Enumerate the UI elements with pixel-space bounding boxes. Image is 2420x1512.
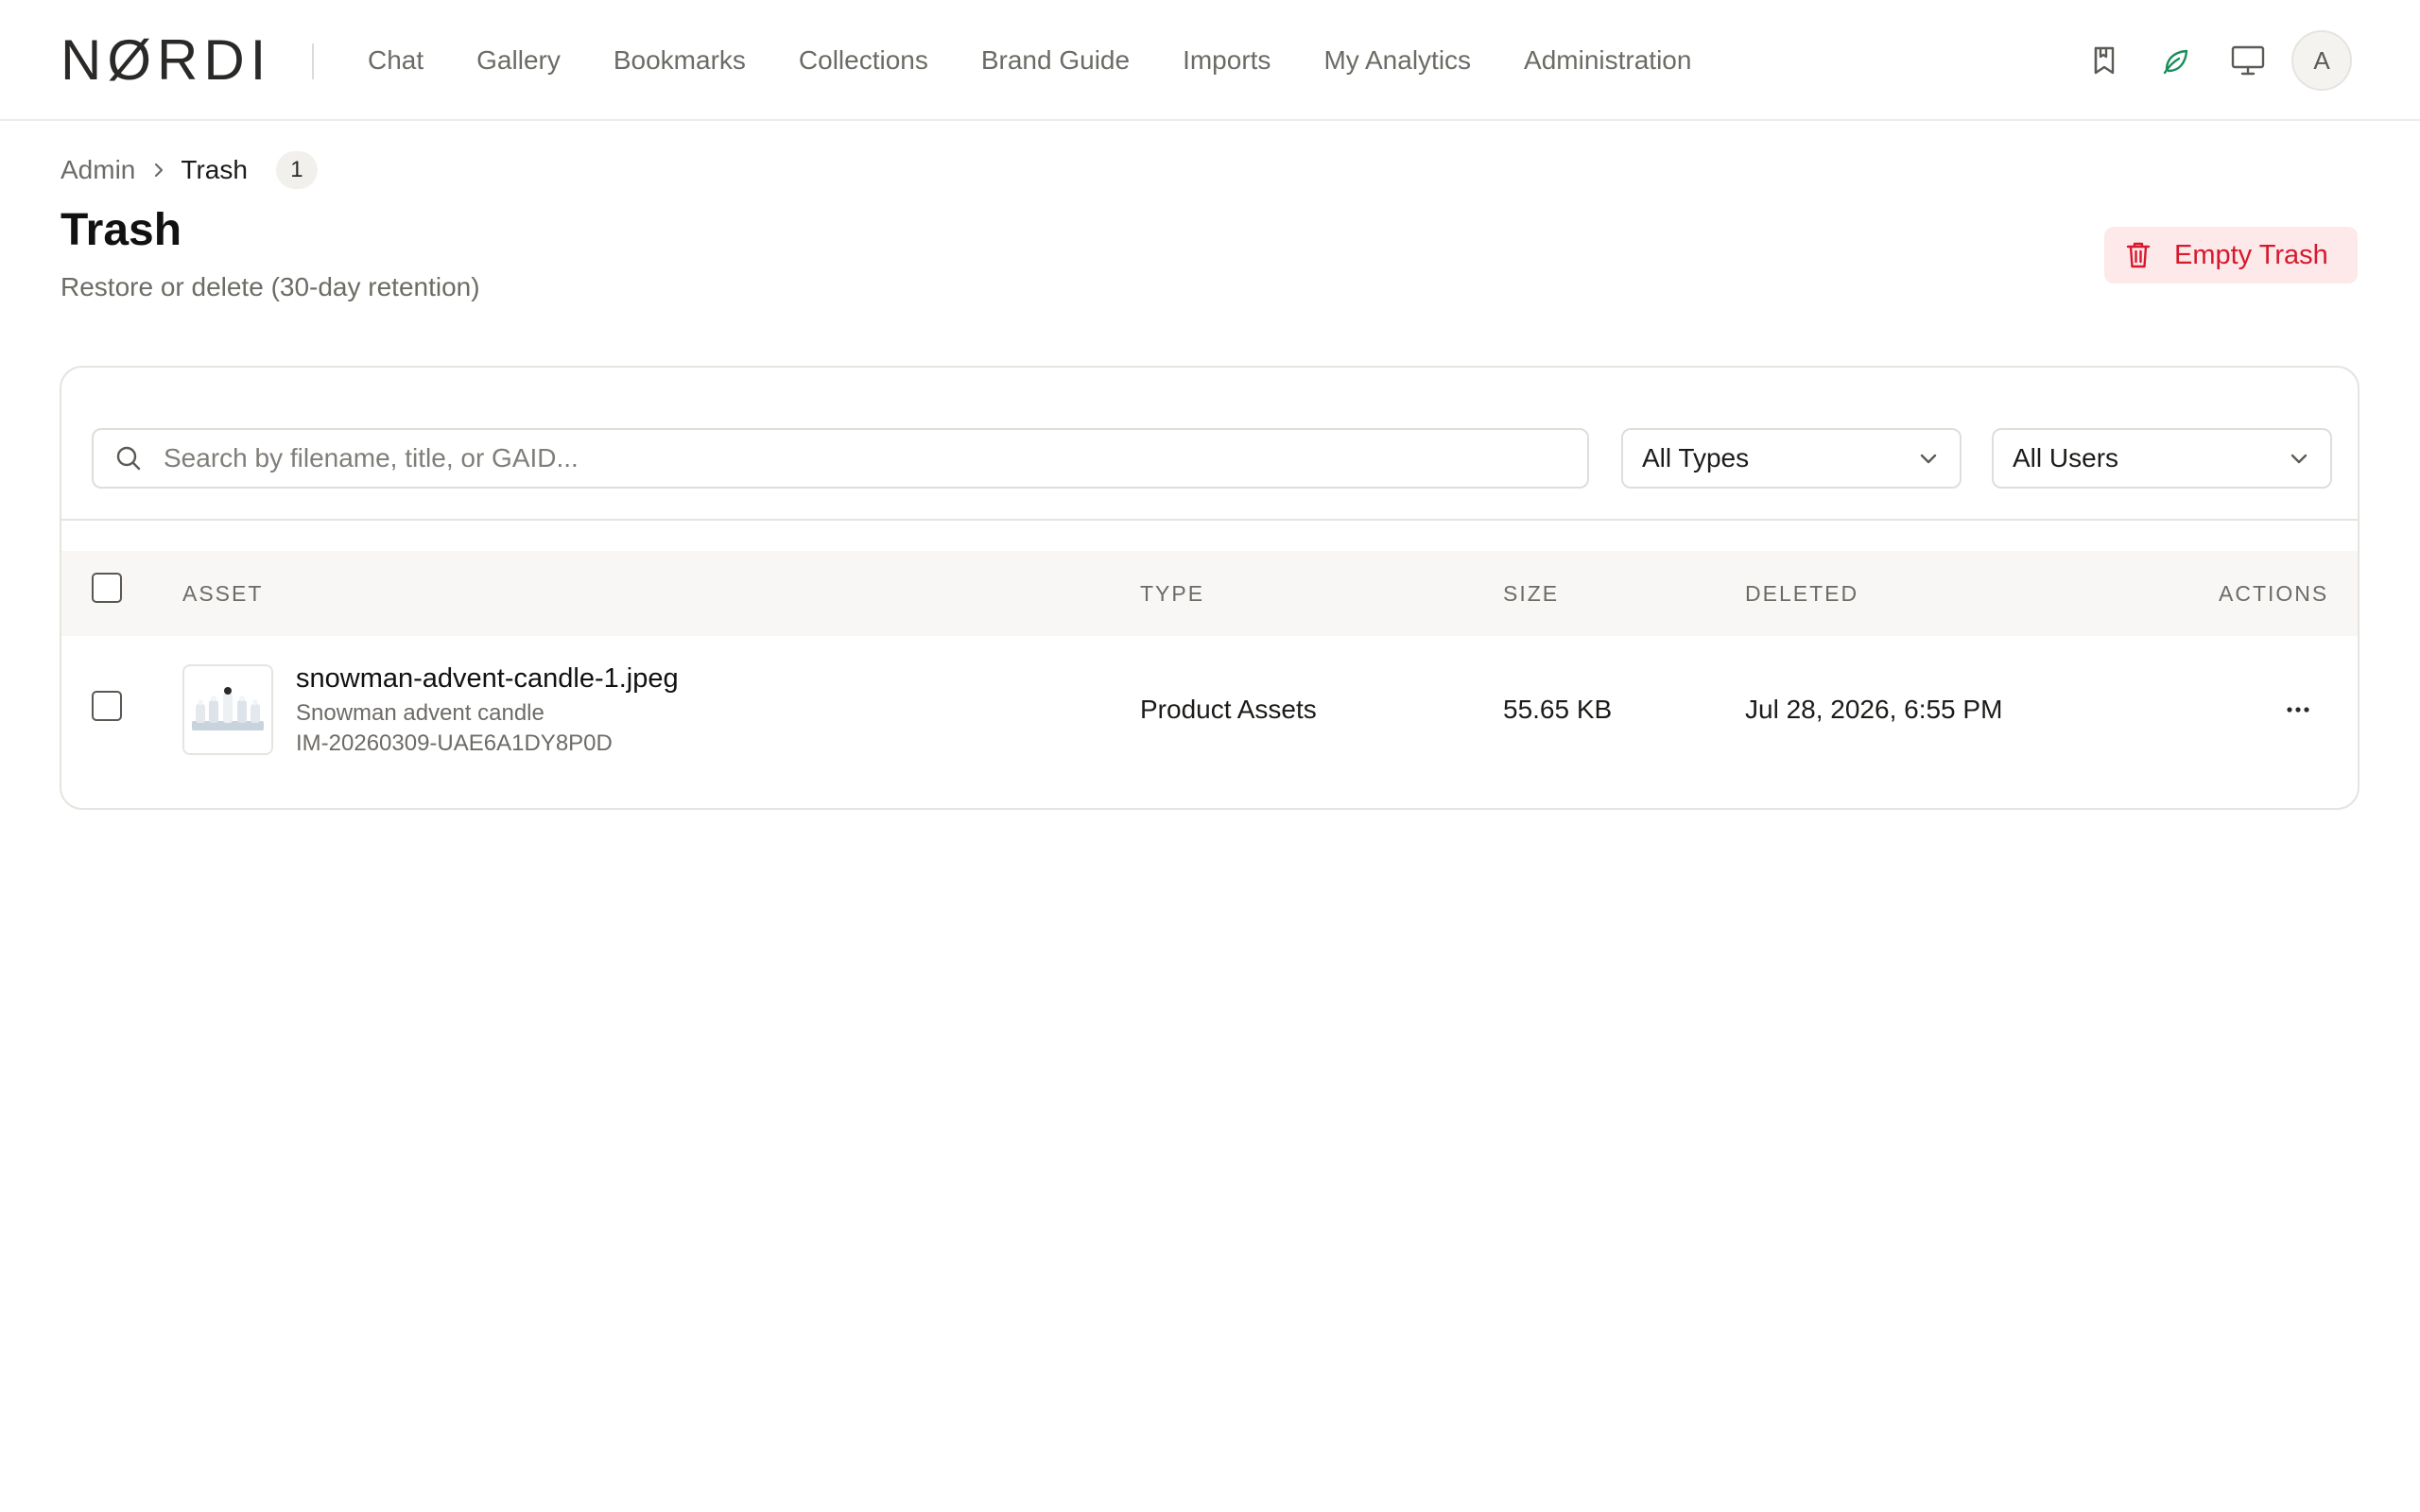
select-all-checkbox[interactable] bbox=[92, 573, 122, 603]
page-title: Trash bbox=[60, 205, 182, 255]
asset-type: Product Assets bbox=[1140, 695, 1317, 724]
breadcrumb-current: Trash bbox=[181, 155, 248, 184]
user-filter-select[interactable]: All Users bbox=[1992, 428, 2332, 489]
bookmark-icon[interactable] bbox=[2074, 30, 2135, 91]
asset-gaid: IM-20260309-UAE6A1DY8P0D bbox=[296, 730, 613, 756]
empty-trash-label: Empty Trash bbox=[2174, 239, 2328, 270]
page-subtitle: Restore or delete (30-day retention) bbox=[60, 272, 480, 301]
breadcrumb-admin-link[interactable]: Admin bbox=[60, 155, 135, 185]
main-nav: Chat Gallery Bookmarks Collections Brand… bbox=[368, 40, 1744, 81]
column-header-size: SIZE bbox=[1503, 580, 1560, 606]
more-horizontal-icon bbox=[2286, 706, 2310, 713]
row-actions-button[interactable] bbox=[2270, 689, 2326, 730]
nordi-logo[interactable]: NØRDI bbox=[60, 28, 272, 92]
nav-item-collections[interactable]: Collections bbox=[799, 40, 928, 81]
nav-item-gallery[interactable]: Gallery bbox=[476, 40, 561, 81]
logo-divider bbox=[312, 43, 314, 79]
asset-deleted-date: Jul 28, 2026, 6:55 PM bbox=[1745, 695, 2003, 724]
column-header-type: TYPE bbox=[1140, 580, 1205, 606]
search-input[interactable] bbox=[164, 443, 1534, 473]
asset-thumbnail[interactable] bbox=[182, 664, 273, 755]
search-box bbox=[92, 428, 1589, 489]
nav-item-brand-guide[interactable]: Brand Guide bbox=[981, 40, 1130, 81]
logo-text: NØRDI bbox=[60, 28, 272, 92]
trash-count-badge: 1 bbox=[275, 151, 318, 189]
filter-toolbar: All Types All Users bbox=[61, 368, 2358, 521]
nav-item-chat[interactable]: Chat bbox=[368, 40, 424, 81]
nav-item-my-analytics[interactable]: My Analytics bbox=[1323, 40, 1471, 81]
column-header-asset: ASSET bbox=[182, 580, 264, 606]
asset-filename[interactable]: snowman-advent-candle-1.jpeg bbox=[296, 661, 679, 696]
header-actions: A bbox=[2063, 30, 2352, 91]
chevron-down-icon bbox=[1918, 452, 1939, 465]
row-select-checkbox[interactable] bbox=[92, 691, 122, 721]
chevron-down-icon bbox=[2289, 452, 2309, 465]
user-avatar[interactable]: A bbox=[2291, 30, 2352, 91]
asset-size: 55.65 KB bbox=[1503, 695, 1613, 724]
chevron-right-icon bbox=[152, 161, 165, 180]
trash-table-card: All Types All Users ASSET TYPE SIZE DELE… bbox=[60, 366, 2360, 810]
nav-item-bookmarks[interactable]: Bookmarks bbox=[614, 40, 746, 81]
table-header: ASSET TYPE SIZE DELETED ACTIONS bbox=[61, 551, 2358, 636]
nav-item-imports[interactable]: Imports bbox=[1183, 40, 1270, 81]
type-filter-select[interactable]: All Types bbox=[1621, 428, 1962, 489]
breadcrumb: Admin Trash 1 bbox=[60, 151, 318, 189]
asset-title: Snowman advent candle bbox=[296, 700, 544, 726]
nav-item-administration[interactable]: Administration bbox=[1524, 40, 1691, 81]
monitor-icon[interactable] bbox=[2218, 30, 2278, 91]
search-icon bbox=[114, 444, 143, 472]
top-navigation-bar: NØRDI Chat Gallery Bookmarks Collections… bbox=[0, 0, 2420, 121]
user-filter-value: All Users bbox=[2013, 443, 2119, 472]
column-header-deleted: DELETED bbox=[1745, 580, 1859, 606]
column-header-actions: ACTIONS bbox=[2219, 580, 2329, 606]
type-filter-value: All Types bbox=[1642, 443, 1750, 472]
leaf-icon[interactable] bbox=[2146, 30, 2206, 91]
trash-icon bbox=[2125, 240, 2152, 270]
empty-trash-button[interactable]: Empty Trash bbox=[2104, 227, 2358, 284]
